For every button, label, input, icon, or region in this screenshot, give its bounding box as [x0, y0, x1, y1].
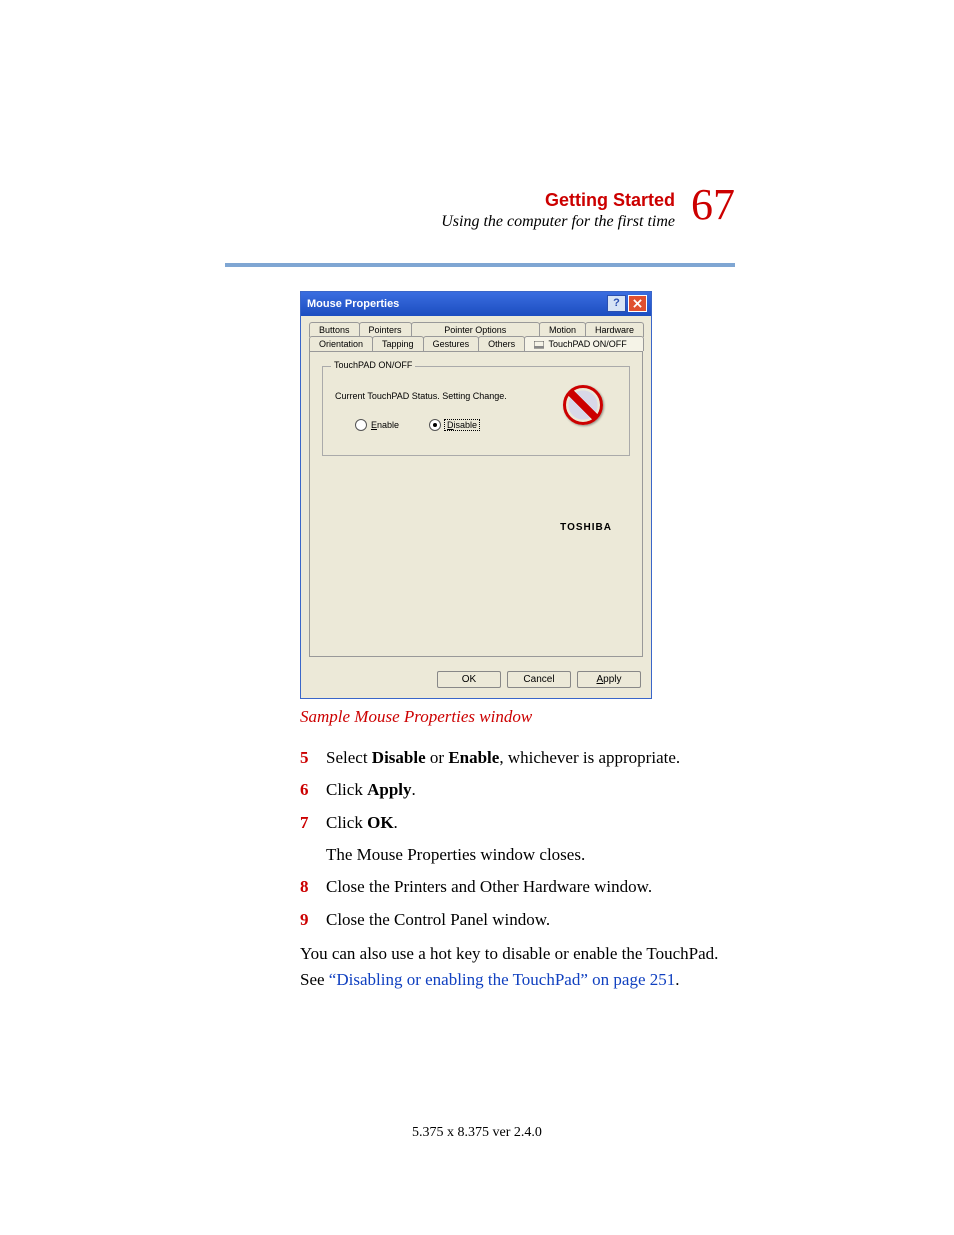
- mouse-properties-window: Mouse Properties ? Buttons Pointers Poin…: [300, 291, 652, 699]
- tab-hardware[interactable]: Hardware: [585, 322, 644, 337]
- step-list: 5 Select Disable or Enable, whichever is…: [300, 745, 735, 933]
- step-5: 5 Select Disable or Enable, whichever is…: [300, 745, 735, 771]
- apply-button[interactable]: Apply: [577, 671, 641, 688]
- page-number: 67: [691, 179, 735, 230]
- cancel-button[interactable]: Cancel: [507, 671, 571, 688]
- group-legend: TouchPAD ON/OFF: [331, 360, 415, 370]
- close-button[interactable]: [628, 295, 647, 312]
- touchpad-group: TouchPAD ON/OFF Current TouchPAD Status.…: [322, 366, 630, 456]
- step-6: 6 Click Apply.: [300, 777, 735, 803]
- step-7: 7 Click OK.: [300, 810, 735, 836]
- tab-touchpad-onoff[interactable]: TouchPAD ON/OFF: [524, 336, 644, 351]
- radio-enable-label: nable: [377, 420, 399, 430]
- tab-panel: TouchPAD ON/OFF Current TouchPAD Status.…: [309, 351, 643, 657]
- step-7-result: The Mouse Properties window closes.: [326, 842, 735, 868]
- tab-pointers[interactable]: Pointers: [359, 322, 412, 337]
- radio-disable-label: isable: [454, 420, 478, 430]
- page-footer: 5.375 x 8.375 ver 2.4.0: [0, 1125, 954, 1141]
- step-number: 6: [300, 777, 326, 803]
- window-title: Mouse Properties: [307, 298, 605, 310]
- help-button[interactable]: ?: [607, 295, 626, 312]
- header-rule: [225, 263, 735, 267]
- page-header: Getting Started Using the computer for t…: [225, 185, 735, 245]
- tab-orientation[interactable]: Orientation: [309, 336, 373, 351]
- disabled-status-icon: [563, 385, 603, 425]
- ok-button[interactable]: OK: [437, 671, 501, 688]
- window-titlebar: Mouse Properties ?: [301, 292, 651, 316]
- tab-strip: Buttons Pointers Pointer Options Motion …: [309, 322, 643, 351]
- closing-paragraph: You can also use a hot key to disable or…: [300, 941, 735, 994]
- step-number: 9: [300, 907, 326, 933]
- section-subtitle: Using the computer for the first time: [441, 213, 675, 231]
- figure-caption: Sample Mouse Properties window: [300, 707, 735, 727]
- brand-logo: TOSHIBA: [560, 522, 612, 533]
- tab-motion[interactable]: Motion: [539, 322, 586, 337]
- step-9: 9 Close the Control Panel window.: [300, 907, 735, 933]
- tab-pointer-options[interactable]: Pointer Options: [411, 322, 540, 337]
- tab-gestures[interactable]: Gestures: [423, 336, 480, 351]
- close-icon: [633, 299, 642, 308]
- radio-disable-dot: [429, 419, 441, 431]
- touchpad-icon: [534, 341, 544, 349]
- cross-reference-link[interactable]: “Disabling or enabling the TouchPad” on …: [329, 970, 675, 989]
- step-number: 5: [300, 745, 326, 771]
- step-8: 8 Close the Printers and Other Hardware …: [300, 874, 735, 900]
- step-number: 8: [300, 874, 326, 900]
- chapter-title: Getting Started: [545, 190, 675, 211]
- page-content: Getting Started Using the computer for t…: [225, 185, 735, 994]
- tab-buttons[interactable]: Buttons: [309, 322, 360, 337]
- step-number: 7: [300, 810, 326, 836]
- tab-tapping[interactable]: Tapping: [372, 336, 424, 351]
- radio-enable[interactable]: Enable: [355, 419, 399, 431]
- radio-enable-dot: [355, 419, 367, 431]
- dialog-button-row: OK Cancel Apply: [301, 665, 651, 698]
- radio-disable[interactable]: Disable: [429, 419, 479, 431]
- tab-others[interactable]: Others: [478, 336, 525, 351]
- tab-touchpad-onoff-label: TouchPAD ON/OFF: [548, 339, 626, 349]
